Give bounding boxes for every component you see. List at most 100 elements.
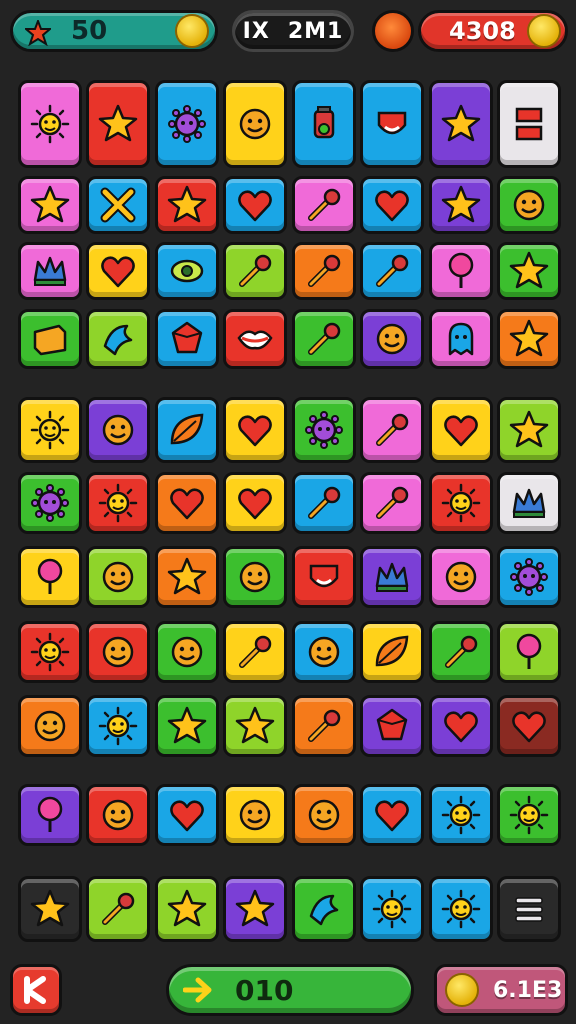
tile-r7-c3[interactable] [155, 546, 219, 608]
tile-r7-c1[interactable] [18, 546, 82, 608]
tile-r7-c6[interactable] [360, 546, 424, 608]
tile-r2-c5[interactable] [292, 176, 356, 234]
tile-r6-c4[interactable] [223, 472, 287, 534]
tile-r6-c1[interactable] [18, 472, 82, 534]
tile-r11-c2[interactable] [86, 876, 150, 942]
tile-r2-c1[interactable] [18, 176, 82, 234]
tile-r4-c1[interactable] [18, 309, 82, 369]
tile-r3-c4[interactable] [223, 242, 287, 300]
tile-r4-c3[interactable] [155, 309, 219, 369]
tile-r8-c6[interactable] [360, 621, 424, 683]
tile-r2-c2[interactable] [86, 176, 150, 234]
tile-r1-c1[interactable] [18, 80, 82, 168]
tile-r5-c8[interactable] [497, 397, 561, 463]
tile-r6-c8[interactable] [497, 472, 561, 534]
tile-r3-c8[interactable] [497, 242, 561, 300]
tile-r11-c1[interactable] [18, 876, 82, 942]
tile-r10-c1[interactable] [18, 784, 82, 846]
tile-r1-c3[interactable] [155, 80, 219, 168]
tile-r8-c2[interactable] [86, 621, 150, 683]
tile-r3-c2[interactable] [86, 242, 150, 300]
tile-r4-c4[interactable] [223, 309, 287, 369]
tile-r6-c3[interactable] [155, 472, 219, 534]
leaf-icon [170, 413, 204, 445]
star-icon [235, 889, 275, 927]
tile-r1-c8[interactable] [497, 80, 561, 168]
tile-r9-c4[interactable] [223, 695, 287, 757]
tile-r1-c4[interactable] [223, 80, 287, 168]
tile-r7-c2[interactable] [86, 546, 150, 608]
tile-r3-c1[interactable] [18, 242, 82, 300]
tile-r4-c2[interactable] [86, 309, 150, 369]
tile-r11-c7[interactable] [429, 876, 493, 942]
tile-r10-c4[interactable] [223, 784, 287, 846]
tile-r7-c8[interactable] [497, 546, 561, 608]
tile-r7-c4[interactable] [223, 546, 287, 608]
heart-icon [444, 415, 478, 447]
tile-r8-c7[interactable] [429, 621, 493, 683]
tile-r9-c6[interactable] [360, 695, 424, 757]
tile-r1-c5[interactable] [292, 80, 356, 168]
tile-r2-c8[interactable] [497, 176, 561, 234]
tile-r1-c6[interactable] [360, 80, 424, 168]
tile-r5-c6[interactable] [360, 397, 424, 463]
tile-r9-c5[interactable] [292, 695, 356, 757]
star-icon [509, 319, 549, 357]
tile-r9-c1[interactable] [18, 695, 82, 757]
tile-r5-c5[interactable] [292, 397, 356, 463]
tile-r2-c3[interactable] [155, 176, 219, 234]
tile-r5-c3[interactable] [155, 397, 219, 463]
tile-r4-c8[interactable] [497, 309, 561, 369]
tile-r3-c5[interactable] [292, 242, 356, 300]
play-button[interactable]: 010 [166, 964, 414, 1016]
tile-r10-c7[interactable] [429, 784, 493, 846]
tile-r8-c5[interactable] [292, 621, 356, 683]
tile-r8-c8[interactable] [497, 621, 561, 683]
tile-r9-c2[interactable] [86, 695, 150, 757]
heart-icon [375, 190, 409, 222]
tile-r9-c7[interactable] [429, 695, 493, 757]
tile-r3-c6[interactable] [360, 242, 424, 300]
tile-r10-c3[interactable] [155, 784, 219, 846]
tile-r11-c3[interactable] [155, 876, 219, 942]
tile-r11-c4[interactable] [223, 876, 287, 942]
bonus-pill[interactable]: 6.1E3 [434, 964, 568, 1016]
tile-r2-c6[interactable] [360, 176, 424, 234]
tile-r10-c8[interactable] [497, 784, 561, 846]
tile-r11-c5[interactable] [292, 876, 356, 942]
sun-icon [441, 889, 481, 929]
tile-r2-c4[interactable] [223, 176, 287, 234]
tile-r8-c1[interactable] [18, 621, 82, 683]
tile-r4-c6[interactable] [360, 309, 424, 369]
tile-r5-c2[interactable] [86, 397, 150, 463]
tile-r2-c7[interactable] [429, 176, 493, 234]
tile-r4-c5[interactable] [292, 309, 356, 369]
tile-r10-c5[interactable] [292, 784, 356, 846]
tile-r8-c3[interactable] [155, 621, 219, 683]
tile-r11-c6[interactable] [360, 876, 424, 942]
tile-r9-c8[interactable] [497, 695, 561, 757]
tile-r7-c7[interactable] [429, 546, 493, 608]
tile-r3-c3[interactable] [155, 242, 219, 300]
star-icon [30, 889, 70, 927]
tile-r6-c5[interactable] [292, 472, 356, 534]
tile-r10-c6[interactable] [360, 784, 424, 846]
tile-r8-c4[interactable] [223, 621, 287, 683]
tile-r6-c2[interactable] [86, 472, 150, 534]
tile-r9-c3[interactable] [155, 695, 219, 757]
back-button[interactable] [10, 964, 62, 1016]
wand-icon [308, 188, 341, 221]
tile-r1-c2[interactable] [86, 80, 150, 168]
tile-r10-c2[interactable] [86, 784, 150, 846]
wand-icon [102, 892, 135, 925]
tile-r6-c7[interactable] [429, 472, 493, 534]
tile-r3-c7[interactable] [429, 242, 493, 300]
tile-r4-c7[interactable] [429, 309, 493, 369]
tile-r1-c7[interactable] [429, 80, 493, 168]
tile-r6-c6[interactable] [360, 472, 424, 534]
tile-r7-c5[interactable] [292, 546, 356, 608]
tile-r5-c7[interactable] [429, 397, 493, 463]
tile-r5-c4[interactable] [223, 397, 287, 463]
tile-r5-c1[interactable] [18, 397, 82, 463]
tile-r11-c8[interactable] [497, 876, 561, 942]
